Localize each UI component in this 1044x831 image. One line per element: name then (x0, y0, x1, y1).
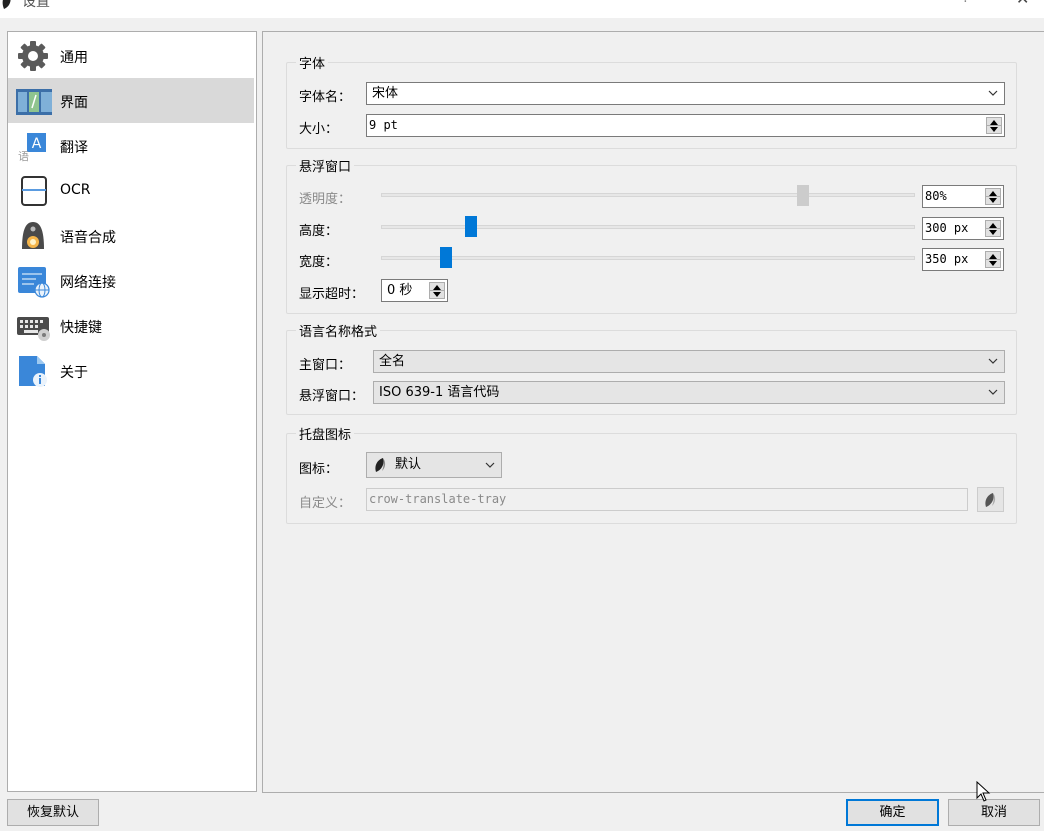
popup-group-title: 悬浮窗口 (296, 156, 355, 175)
font-size-value: 9 pt (369, 118, 398, 132)
sidebar-item-label: OCR (60, 182, 91, 198)
sidebar-item-shortcuts[interactable]: 快捷键 (8, 303, 254, 348)
sidebar-item-label: 语音合成 (60, 230, 116, 246)
sidebar-item-label: 网络连接 (60, 275, 116, 291)
font-name-label: 字体名： (299, 90, 352, 105)
chevron-down-icon (988, 90, 998, 96)
main-window-format-combobox[interactable]: 全名 (373, 350, 1005, 373)
width-label: 宽度： (299, 255, 339, 270)
spin-buttons[interactable] (985, 251, 1001, 268)
title-bar: 设置 ? ✕ (0, 0, 1044, 18)
cancel-button[interactable]: 取消 (948, 799, 1040, 826)
popup-window-label: 悬浮窗口： (299, 389, 365, 404)
interface-icon (16, 89, 52, 115)
opacity-label: 透明度： (299, 192, 352, 207)
opacity-slider-handle[interactable] (797, 185, 809, 206)
spin-buttons[interactable] (985, 220, 1001, 237)
keyboard-icon (17, 317, 50, 341)
sidebar-item-label: 快捷键 (60, 320, 102, 336)
font-name-value: 宋体 (372, 86, 399, 101)
width-spinbox[interactable]: 350 px (922, 248, 1004, 271)
font-size-label: 大小： (299, 122, 339, 137)
crow-icon (985, 493, 996, 507)
tray-icon-combobox[interactable]: 默认 (366, 452, 502, 478)
sidebar-item-about[interactable]: 关于 (8, 348, 254, 393)
custom-icon-path-value: crow-translate-tray (369, 492, 507, 506)
gear-icon (18, 41, 48, 71)
main-window-label: 主窗口： (299, 358, 352, 373)
tray-icon-value: 默认 (395, 457, 422, 472)
timeout-value: 0 秒 (387, 283, 413, 298)
restore-defaults-button[interactable]: 恢复默认 (7, 799, 99, 826)
about-icon (19, 356, 47, 387)
sidebar-item-label: 通用 (60, 50, 88, 66)
sidebar-item-label: 翻译 (60, 140, 88, 156)
popup-window-format-value: ISO 639-1 语言代码 (379, 385, 500, 400)
chevron-down-icon (485, 462, 495, 468)
tray-icon-group-title: 托盘图标 (296, 424, 355, 443)
sidebar-item-speech[interactable]: 语音合成 (8, 213, 254, 258)
sidebar-item-ocr[interactable]: OCR (8, 168, 254, 213)
mouse-cursor-icon (976, 781, 991, 802)
height-slider-handle[interactable] (465, 216, 477, 237)
sidebar-item-translate[interactable]: A 语 翻译 (8, 123, 254, 168)
height-spinbox[interactable]: 300 px (922, 217, 1004, 240)
help-button[interactable]: ? (962, 0, 969, 6)
font-size-spinbox[interactable]: 9 pt (366, 114, 1005, 137)
timeout-spinbox[interactable]: 0 秒 (381, 279, 448, 302)
opacity-slider[interactable] (381, 193, 915, 197)
app-icon (2, 0, 11, 9)
speech-icon (22, 222, 44, 249)
translate-icon: A 语 (18, 133, 46, 163)
ok-button[interactable]: 确定 (846, 799, 939, 826)
popup-window-format-combobox[interactable]: ISO 639-1 语言代码 (373, 381, 1005, 404)
crow-icon (375, 458, 386, 472)
network-icon (18, 267, 50, 298)
tray-icon-label: 图标： (299, 462, 339, 477)
window-title: 设置 (22, 0, 50, 10)
spin-buttons[interactable] (985, 188, 1001, 205)
timeout-label: 显示超时： (299, 287, 365, 302)
sidebar-item-general[interactable]: 通用 (8, 33, 254, 78)
sidebar-item-network[interactable]: 网络连接 (8, 258, 254, 303)
svg-text:语: 语 (18, 150, 29, 163)
close-button[interactable]: ✕ (1016, 0, 1029, 8)
ocr-icon (21, 176, 47, 206)
language-format-group-title: 语言名称格式 (296, 321, 381, 340)
opacity-value: 80% (925, 189, 947, 203)
font-group-title: 字体 (296, 53, 329, 72)
custom-icon-label: 自定义： (299, 496, 352, 511)
spin-buttons[interactable] (986, 117, 1002, 134)
sidebar-item-label: 关于 (60, 365, 88, 381)
svg-text:A: A (32, 136, 42, 152)
chevron-down-icon (988, 358, 998, 364)
settings-sidebar: 通用 界面 A 语 翻译 OCR 语音合成 网络连接 快捷键 关于 (7, 31, 257, 792)
custom-icon-path-field[interactable]: crow-translate-tray (366, 488, 968, 511)
height-value: 300 px (925, 221, 969, 235)
chevron-down-icon (988, 389, 998, 395)
width-value: 350 px (925, 252, 969, 266)
opacity-spinbox[interactable]: 80% (922, 185, 1004, 208)
sidebar-item-interface[interactable]: 界面 (8, 78, 254, 123)
main-window-format-value: 全名 (379, 354, 406, 369)
height-label: 高度： (299, 224, 339, 239)
sidebar-item-label: 界面 (60, 95, 88, 111)
width-slider-handle[interactable] (440, 247, 452, 268)
height-slider[interactable] (381, 225, 915, 229)
spin-buttons[interactable] (429, 282, 445, 299)
width-slider[interactable] (381, 256, 915, 260)
browse-icon-button[interactable] (977, 487, 1004, 512)
font-name-combobox[interactable]: 宋体 (366, 82, 1005, 105)
